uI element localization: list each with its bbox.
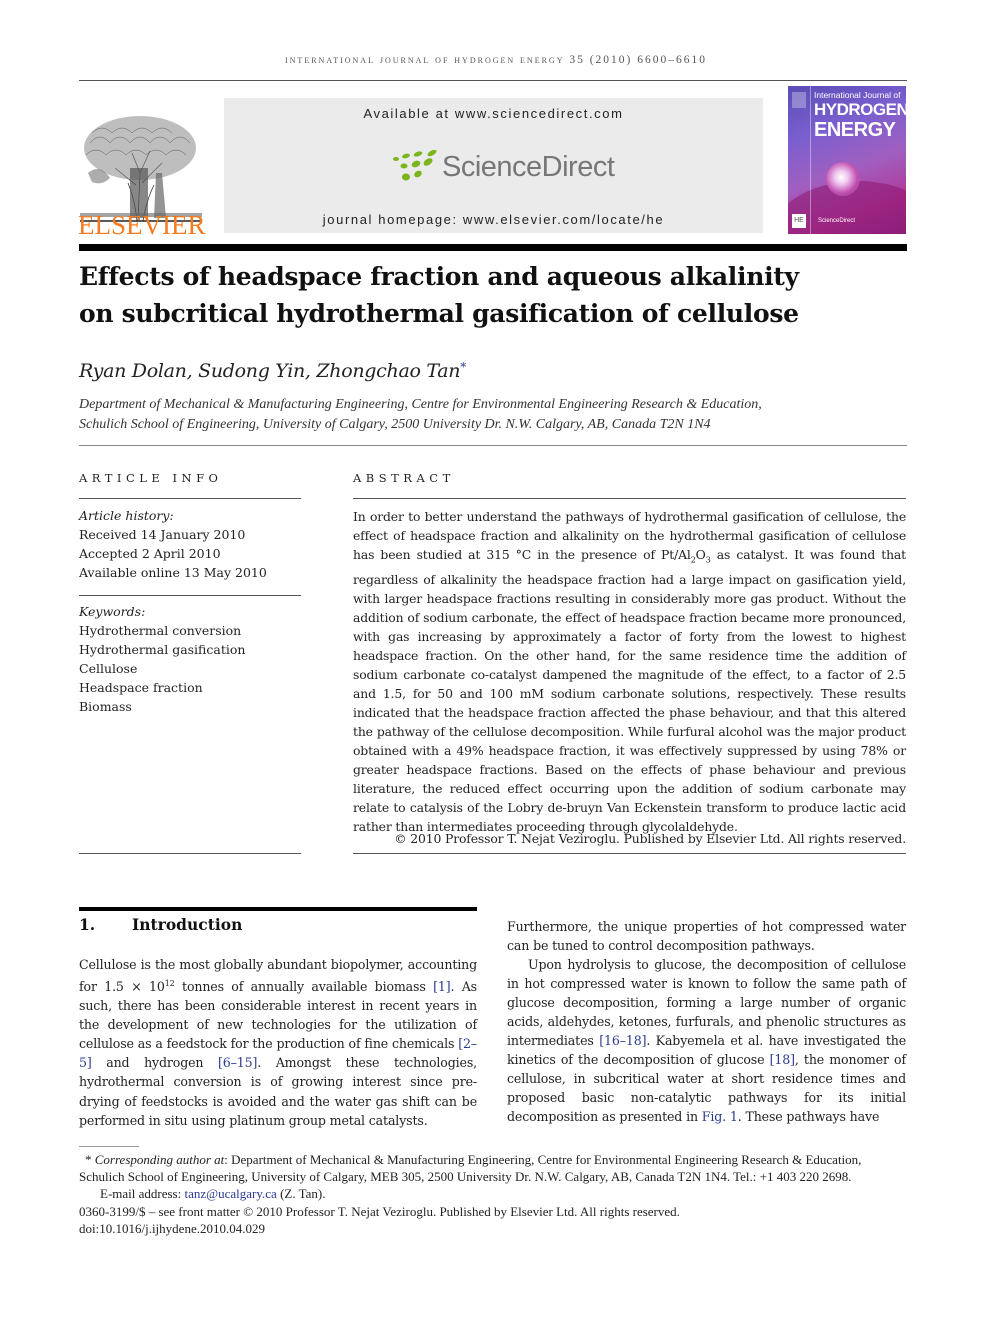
keywords-label: Keywords:	[79, 604, 146, 619]
cover-footer: ScienceDirect	[818, 218, 856, 224]
abstract-body: In order to better understand the pathwa…	[353, 507, 906, 836]
cover-badge: HE	[792, 214, 806, 228]
abstract-rule	[353, 498, 906, 499]
section-rule	[79, 907, 477, 911]
body-text: tonnes of annually available biomass	[174, 979, 434, 995]
header-top-rule	[79, 80, 907, 81]
cover-title-line1: International Journal of	[814, 90, 901, 100]
superscript: 12	[164, 979, 175, 989]
history-accepted: Accepted 2 April 2010	[79, 546, 221, 561]
affiliation: Department of Mechanical & Manufacturing…	[79, 395, 909, 435]
keywords: Keywords: Hydrothermal conversion Hydrot…	[79, 602, 301, 716]
email-suffix: (Z. Tan).	[276, 1186, 326, 1202]
intro-paragraph: Furthermore, the unique properties of ho…	[507, 919, 906, 954]
sciencedirect-dots-icon	[393, 150, 437, 181]
intro-left-column: Cellulose is the most globally abundant …	[79, 955, 477, 1130]
footnote-mark: *	[85, 1152, 92, 1167]
citation-link[interactable]: [1]	[433, 979, 451, 994]
article-info-bottom-rule	[79, 853, 301, 854]
intro-right-column: Furthermore, the unique properties of ho…	[507, 917, 906, 1127]
affiliation-rule	[79, 445, 907, 446]
abstract-copyright: © 2010 Professor T. Nejat Veziroglu. Pub…	[394, 831, 906, 846]
doi[interactable]: doi:10.1016/j.ijhydene.2010.04.029	[79, 1220, 907, 1237]
affiliation-line-1: Department of Mechanical & Manufacturing…	[79, 397, 762, 412]
keyword-item: Biomass	[79, 699, 132, 714]
corresponding-author-link[interactable]: *	[460, 360, 466, 374]
article-info-heading: ARTICLE INFO	[79, 471, 223, 485]
email-note: E-mail address: tanz@ucalgary.ca (Z. Tan…	[79, 1185, 907, 1202]
article-title: Effects of headspace fraction and aqueou…	[79, 258, 839, 332]
article-history: Article history: Received 14 January 201…	[79, 506, 301, 582]
intro-paragraph: Cellulose is the most globally abundant …	[79, 955, 477, 1130]
section-title: Introduction	[132, 915, 243, 934]
abstract-bottom-rule	[353, 853, 906, 854]
journal-homepage-text[interactable]: journal homepage: www.elsevier.com/locat…	[224, 212, 763, 227]
journal-cover-image[interactable]: International Journal of HYDROGEN ENERGY…	[788, 86, 906, 234]
article-info-rule	[79, 498, 301, 499]
article-history-label: Article history:	[79, 508, 174, 523]
citation-link[interactable]: [18]	[770, 1052, 795, 1067]
intro-paragraph: Upon hydrolysis to glucose, the decompos…	[507, 955, 906, 1126]
figure-link[interactable]: Fig. 1	[702, 1109, 738, 1124]
elsevier-wordmark[interactable]: ELSEVIER	[78, 210, 206, 241]
email-link[interactable]: tanz@ucalgary.ca	[184, 1186, 276, 1201]
keyword-item: Headspace fraction	[79, 680, 203, 695]
front-matter: 0360-3199/$ – see front matter © 2010 Pr…	[79, 1203, 680, 1219]
history-online: Available online 13 May 2010	[79, 565, 267, 580]
footnote-rule	[79, 1146, 139, 1147]
abstract-text: O	[695, 547, 706, 563]
footnote-label: Corresponding author at	[94, 1152, 225, 1167]
cover-title-line2: HYDROGEN	[814, 100, 906, 119]
cover-orb	[826, 162, 860, 196]
keywords-rule	[79, 595, 301, 596]
body-text: and hydrogen	[91, 1055, 218, 1071]
body-text: . These pathways have	[737, 1109, 880, 1125]
history-received: Received 14 January 2010	[79, 527, 246, 542]
available-at-text[interactable]: Available at www.sciencedirect.com	[224, 106, 763, 121]
section-number: 1.	[79, 915, 96, 934]
cover-elsevier-emblem-icon	[792, 92, 806, 108]
running-head: International Journal of Hydrogen Energy…	[284, 54, 708, 66]
header-bottom-rule	[79, 244, 907, 251]
title-line-1: Effects of headspace fraction and aqueou…	[79, 262, 799, 291]
email-label: E-mail address:	[100, 1186, 185, 1202]
abstract-text: as catalyst. It was found that regardles…	[353, 547, 906, 835]
author-list: Ryan Dolan, Sudong Yin, Zhongchao Tan*	[79, 360, 466, 382]
cover-stripe	[810, 86, 811, 234]
corresponding-author-note: * Corresponding author at: Department of…	[79, 1151, 907, 1185]
cover-title-line3: ENERGY	[814, 119, 896, 141]
citation-link[interactable]: [16–18]	[599, 1033, 646, 1048]
authors-text: Ryan Dolan, Sudong Yin, Zhongchao Tan	[79, 360, 461, 382]
sciencedirect-wordmark[interactable]: ScienceDirect	[442, 151, 615, 184]
footnotes: * Corresponding author at: Department of…	[79, 1151, 907, 1237]
title-line-2: on subcritical hydrothermal gasification…	[79, 299, 799, 328]
keyword-item: Hydrothermal conversion	[79, 623, 242, 638]
citation-link[interactable]: [6–15]	[218, 1055, 257, 1070]
section-heading-introduction: 1. Introduction	[79, 915, 242, 934]
keyword-item: Hydrothermal gasification	[79, 642, 246, 657]
affiliation-line-2: Schulich School of Engineering, Universi…	[79, 417, 711, 432]
keyword-item: Cellulose	[79, 661, 138, 676]
abstract-heading: ABSTRACT	[353, 471, 455, 485]
